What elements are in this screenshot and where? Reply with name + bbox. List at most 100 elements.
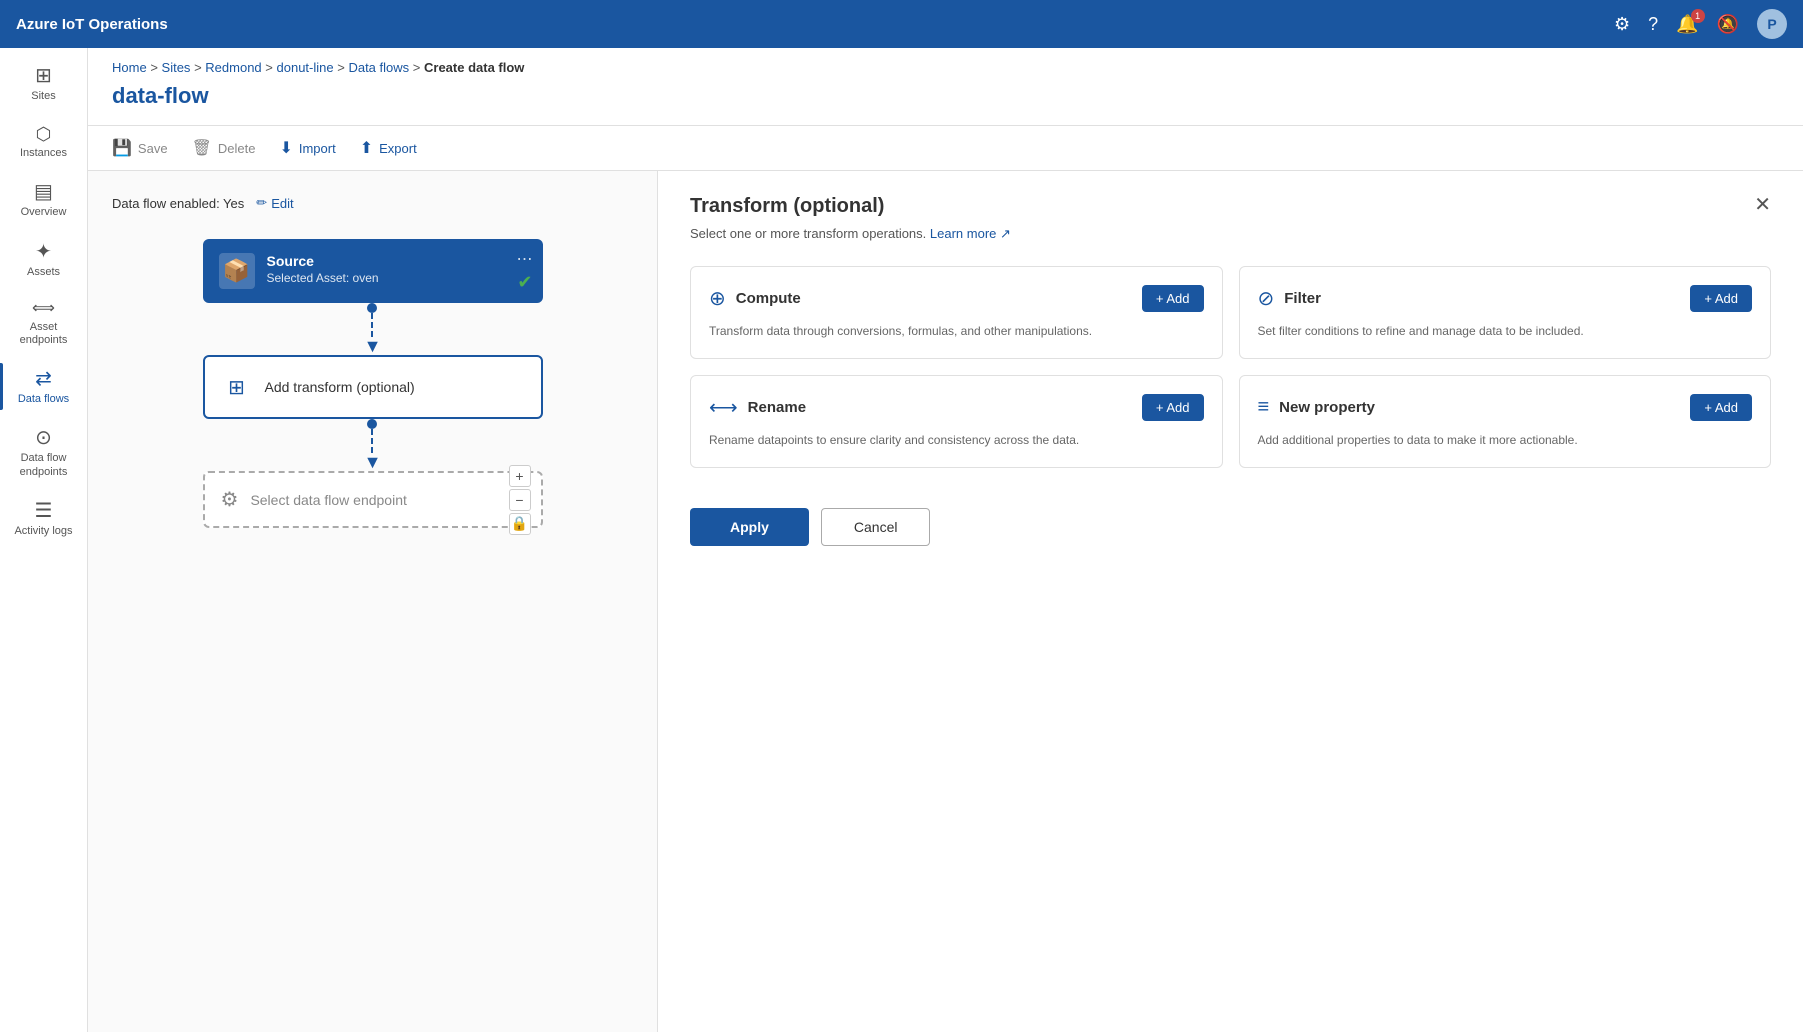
sidebar-label-instances: Instances bbox=[20, 147, 67, 160]
rename-card: ⟷ Rename + Add Rename datapoints to ensu… bbox=[690, 375, 1223, 468]
connector-arrow-1: ▼ bbox=[364, 337, 382, 355]
data-flow-endpoints-icon: ⊙ bbox=[35, 428, 52, 448]
connector-arrow-2: ▼ bbox=[364, 453, 382, 471]
transform-node-icon: ⊞ bbox=[221, 371, 253, 403]
avatar[interactable]: P bbox=[1757, 9, 1787, 39]
panel-footer: Apply Cancel bbox=[690, 500, 1771, 546]
sidebar-item-data-flows[interactable]: ⇄ Data flows bbox=[0, 359, 87, 414]
sidebar-label-data-flow-endpoints: Data flow endpoints bbox=[8, 452, 79, 478]
main-layout: ⊞ Sites ⬡ Instances ▤ Overview ✦ Assets … bbox=[0, 48, 1803, 1032]
sidebar-label-assets: Assets bbox=[27, 266, 60, 279]
flow-enabled-bar: Data flow enabled: Yes ✏ Edit bbox=[112, 195, 633, 211]
sidebar: ⊞ Sites ⬡ Instances ▤ Overview ✦ Assets … bbox=[0, 48, 88, 1032]
notification-badge: 1 bbox=[1691, 9, 1705, 23]
source-node-title: Source bbox=[267, 253, 527, 269]
compute-description: Transform data through conversions, form… bbox=[709, 322, 1204, 340]
transform-subtitle: Select one or more transform operations.… bbox=[690, 226, 1771, 242]
filter-add-button[interactable]: + Add bbox=[1690, 285, 1752, 312]
save-icon: 💾 bbox=[112, 138, 132, 158]
connector-dot-1 bbox=[367, 303, 377, 313]
new-property-icon: ≡ bbox=[1258, 396, 1270, 419]
endpoint-node-icon: ⚙ bbox=[221, 487, 239, 512]
compute-add-button[interactable]: + Add bbox=[1142, 285, 1204, 312]
rename-description: Rename datapoints to ensure clarity and … bbox=[709, 431, 1204, 449]
edit-icon: ✏ bbox=[256, 195, 267, 211]
sidebar-label-sites: Sites bbox=[31, 90, 55, 103]
sidebar-item-instances[interactable]: ⬡ Instances bbox=[0, 115, 87, 168]
apply-button[interactable]: Apply bbox=[690, 508, 809, 546]
export-icon: ⬆ bbox=[360, 138, 373, 158]
new-property-card: ≡ New property + Add Add additional prop… bbox=[1239, 375, 1772, 468]
delete-icon: 🗑 bbox=[192, 138, 212, 158]
new-property-title: New property bbox=[1279, 399, 1375, 416]
source-node-icon: 📦 bbox=[219, 253, 255, 289]
filter-description: Set filter conditions to refine and mana… bbox=[1258, 322, 1753, 340]
help-icon[interactable]: ? bbox=[1648, 14, 1658, 35]
new-property-add-button[interactable]: + Add bbox=[1690, 394, 1752, 421]
rename-add-button[interactable]: + Add bbox=[1142, 394, 1204, 421]
dataflow-area: Data flow enabled: Yes ✏ Edit 📦 Source S… bbox=[88, 171, 1803, 1032]
source-node-check-icon: ✔ bbox=[517, 272, 532, 293]
endpoint-node[interactable]: ⚙ Select data flow endpoint + − 🔒 bbox=[203, 471, 543, 528]
page-title: data-flow bbox=[88, 79, 1803, 125]
topbar: Azure IoT Operations ⚙ ? 🔔 1 🔕 P bbox=[0, 0, 1803, 48]
sidebar-item-activity-logs[interactable]: ☰ Activity logs bbox=[0, 491, 87, 546]
settings-icon[interactable]: ⚙ bbox=[1614, 14, 1630, 35]
connector-2: ▼ bbox=[364, 419, 382, 471]
topbar-icons: ⚙ ? 🔔 1 🔕 P bbox=[1614, 9, 1787, 39]
filter-title: Filter bbox=[1284, 290, 1321, 307]
notification-icon[interactable]: 🔔 1 bbox=[1676, 14, 1698, 35]
endpoint-node-label: Select data flow endpoint bbox=[250, 492, 406, 508]
asset-endpoints-icon: ⟺ bbox=[32, 301, 55, 317]
sidebar-label-overview: Overview bbox=[21, 206, 67, 219]
transform-header: Transform (optional) ✕ bbox=[690, 195, 1771, 218]
data-flows-icon: ⇄ bbox=[35, 369, 52, 389]
sidebar-item-asset-endpoints[interactable]: ⟺ Asset endpoints bbox=[0, 291, 87, 355]
transform-panel-title: Transform (optional) bbox=[690, 195, 884, 218]
assets-icon: ✦ bbox=[35, 242, 52, 262]
content-area: Home > Sites > Redmond > donut-line > Da… bbox=[88, 48, 1803, 1032]
toolbar: 💾 Save 🗑 Delete ⬇ Import ⬆ Export bbox=[88, 125, 1803, 171]
sidebar-label-data-flows: Data flows bbox=[18, 393, 69, 406]
delete-button[interactable]: 🗑 Delete bbox=[192, 134, 256, 162]
bell-icon[interactable]: 🔕 bbox=[1717, 14, 1739, 35]
new-property-description: Add additional properties to data to mak… bbox=[1258, 431, 1753, 449]
endpoint-add-button[interactable]: + bbox=[509, 465, 531, 487]
import-button[interactable]: ⬇ Import bbox=[279, 134, 335, 162]
endpoint-controls: + − 🔒 bbox=[509, 465, 531, 535]
source-node[interactable]: 📦 Source Selected Asset: oven ⋯ ✔ bbox=[203, 239, 543, 303]
overview-icon: ▤ bbox=[34, 182, 53, 202]
sidebar-label-asset-endpoints: Asset endpoints bbox=[8, 321, 79, 347]
compute-title: Compute bbox=[736, 290, 801, 307]
sidebar-label-activity-logs: Activity logs bbox=[14, 525, 72, 538]
sites-icon: ⊞ bbox=[35, 66, 52, 86]
sidebar-item-sites[interactable]: ⊞ Sites bbox=[0, 56, 87, 111]
instances-icon: ⬡ bbox=[36, 125, 52, 143]
compute-card: ⊕ Compute + Add Transform data through c… bbox=[690, 266, 1223, 359]
flow-container: 📦 Source Selected Asset: oven ⋯ ✔ ▼ bbox=[112, 231, 633, 528]
sidebar-item-assets[interactable]: ✦ Assets bbox=[0, 232, 87, 287]
save-button[interactable]: 💾 Save bbox=[112, 134, 168, 162]
filter-card: ⊘ Filter + Add Set filter conditions to … bbox=[1239, 266, 1772, 359]
breadcrumb-current: Create data flow bbox=[424, 60, 524, 75]
cancel-button[interactable]: Cancel bbox=[821, 508, 931, 546]
transform-panel: Transform (optional) ✕ Select one or mor… bbox=[658, 171, 1803, 1032]
app-title: Azure IoT Operations bbox=[16, 16, 1614, 33]
learn-more-link[interactable]: Learn more ↗ bbox=[930, 226, 1011, 241]
flow-panel: Data flow enabled: Yes ✏ Edit 📦 Source S… bbox=[88, 171, 658, 1032]
endpoint-settings-button[interactable]: 🔒 bbox=[509, 513, 531, 535]
operations-grid: ⊕ Compute + Add Transform data through c… bbox=[690, 266, 1771, 468]
export-button[interactable]: ⬆ Export bbox=[360, 134, 417, 162]
source-node-menu[interactable]: ⋯ bbox=[517, 249, 533, 269]
rename-title: Rename bbox=[748, 399, 806, 416]
edit-button[interactable]: ✏ Edit bbox=[256, 195, 293, 211]
endpoint-remove-button[interactable]: − bbox=[509, 489, 531, 511]
breadcrumb: Home > Sites > Redmond > donut-line > Da… bbox=[88, 48, 1803, 79]
filter-icon: ⊘ bbox=[1258, 286, 1275, 311]
activity-logs-icon: ☰ bbox=[35, 501, 53, 521]
sidebar-item-data-flow-endpoints[interactable]: ⊙ Data flow endpoints bbox=[0, 418, 87, 486]
compute-icon: ⊕ bbox=[709, 286, 726, 311]
transform-node[interactable]: ⊞ Add transform (optional) bbox=[203, 355, 543, 419]
close-button[interactable]: ✕ bbox=[1754, 195, 1771, 215]
sidebar-item-overview[interactable]: ▤ Overview bbox=[0, 172, 87, 227]
